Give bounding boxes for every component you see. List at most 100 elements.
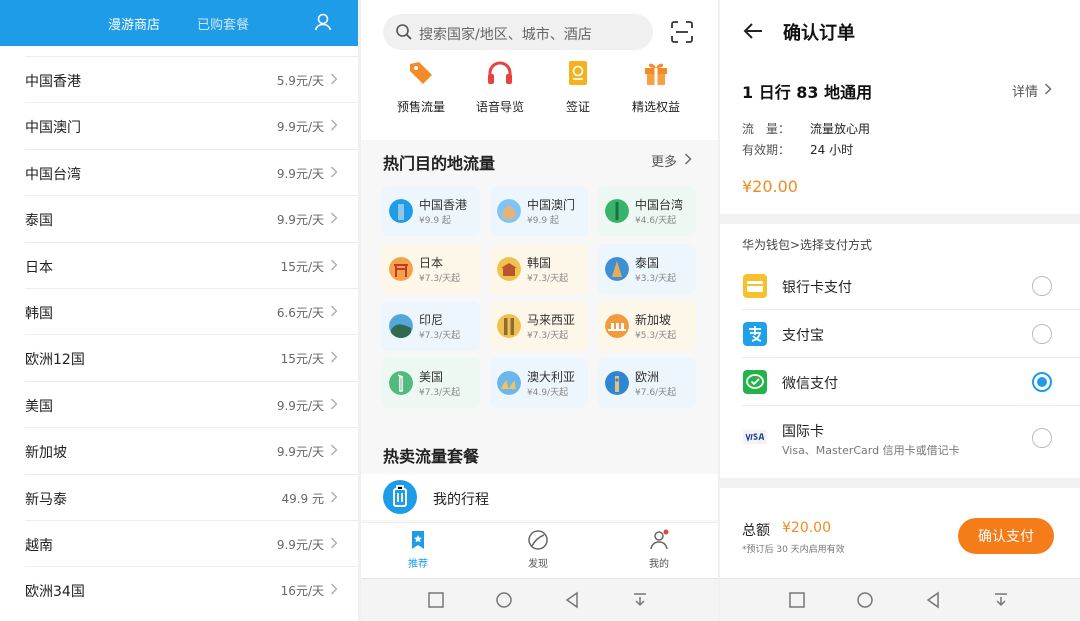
- tab-recommend[interactable]: 推荐: [388, 529, 448, 570]
- notification-pull-icon[interactable]: [631, 591, 649, 609]
- flow-key: 流 量：: [742, 122, 791, 136]
- destination-price: 6.6元/天: [276, 305, 324, 320]
- confirm-pay-button[interactable]: 确认支付: [958, 518, 1054, 554]
- more-link[interactable]: 更多: [651, 151, 677, 170]
- list-item[interactable]: 韩国 6.6元/天: [25, 287, 358, 334]
- destination-name: 中国香港: [25, 74, 81, 90]
- tab-purchased-packages[interactable]: 已购套餐: [197, 14, 249, 33]
- recent-apps-icon[interactable]: [427, 591, 445, 609]
- system-nav-bar: [720, 578, 1080, 621]
- destination-name: 澳大利亚: [527, 370, 576, 384]
- pay-option-international-card[interactable]: 国际卡 Visa、MasterCard 信用卡或借记卡: [742, 406, 1080, 464]
- destination-name: 欧洲34国: [25, 584, 85, 601]
- list-item[interactable]: 欧洲34国 16元/天: [25, 566, 358, 612]
- tab-mine[interactable]: 我的: [629, 529, 689, 570]
- chevron-right-icon: [331, 166, 338, 178]
- destination-price: 15元/天: [280, 352, 324, 367]
- destination-name: 中国香港: [419, 198, 468, 212]
- destination-price: ¥7.3/天起: [419, 331, 461, 341]
- quick-action-benefits[interactable]: 精选权益: [616, 58, 696, 115]
- tag-icon: [410, 62, 432, 84]
- chevron-right-icon[interactable]: [1044, 83, 1052, 95]
- destination-name: 欧洲12国: [25, 352, 85, 369]
- validity-key: 有效期：: [742, 143, 791, 157]
- user-icon[interactable]: [312, 11, 334, 33]
- radio-alipay[interactable]: [1032, 324, 1052, 344]
- radio-bank-card[interactable]: [1032, 276, 1052, 296]
- marina-icon: [605, 314, 629, 338]
- destination-price: ¥4.9/天起: [527, 388, 569, 398]
- tab-discover[interactable]: 发现: [508, 529, 568, 570]
- destination-card[interactable]: 澳大利亚 ¥4.9/天起: [490, 358, 588, 408]
- pay-option-label: 国际卡: [782, 424, 824, 440]
- list-item[interactable]: 新马泰 49.9 元: [25, 473, 358, 520]
- quick-action-audio-guide[interactable]: 语音导览: [460, 58, 540, 115]
- destination-card[interactable]: 印尼 ¥7.3/天起: [382, 301, 480, 351]
- luggage-icon: [383, 480, 417, 514]
- notification-pull-icon[interactable]: [992, 591, 1010, 609]
- destination-price: 9.9元/天: [276, 166, 324, 181]
- list-item[interactable]: 新加坡 9.9元/天: [25, 427, 358, 473]
- destination-price: 16元/天: [280, 584, 324, 599]
- destination-price: ¥5.3/天起: [635, 331, 677, 341]
- total-note: *预订后 30 天内启用有效: [742, 545, 845, 555]
- bottom-tab-bar: 推荐 发现 我的: [361, 522, 718, 578]
- destination-card[interactable]: 马来西亚 ¥7.3/天起: [490, 301, 588, 351]
- list-item[interactable]: 泰国 9.9元/天: [25, 195, 358, 241]
- destination-name: 新加坡: [635, 313, 672, 327]
- home-icon[interactable]: [856, 591, 874, 609]
- recent-apps-icon[interactable]: [788, 591, 806, 609]
- destination-name: 新马泰: [25, 491, 67, 508]
- destination-card[interactable]: 新加坡 ¥5.3/天起: [598, 301, 696, 351]
- destination-name: 中国澳门: [25, 120, 81, 137]
- list-item[interactable]: 日本 15元/天: [25, 241, 358, 288]
- destination-card[interactable]: 韩国 ¥7.3/天起: [490, 244, 588, 294]
- scan-icon[interactable]: [671, 21, 693, 43]
- torii-icon: [389, 257, 413, 281]
- destination-price: ¥4.6/天起: [635, 216, 677, 226]
- list-item[interactable]: 中国澳门 9.9元/天: [25, 102, 358, 148]
- destination-card[interactable]: 日本 ¥7.3/天起: [382, 244, 480, 294]
- quick-action-presale-data[interactable]: 预售流量: [381, 58, 461, 115]
- tab-roaming-shop[interactable]: 漫游商店: [108, 14, 160, 33]
- list-item[interactable]: 中国台湾 9.9元/天: [25, 148, 358, 195]
- list-item[interactable]: 美国 9.9元/天: [25, 380, 358, 427]
- list-item[interactable]: 中国香港 5.9元/天: [25, 56, 358, 102]
- destination-card[interactable]: 美国 ¥7.3/天起: [382, 358, 480, 408]
- destination-card[interactable]: 中国台湾 ¥4.6/天起: [598, 186, 696, 236]
- destination-card[interactable]: 中国香港 ¥9.9 起: [382, 186, 480, 236]
- home-icon[interactable]: [495, 591, 513, 609]
- radio-wechat[interactable]: [1032, 372, 1052, 392]
- destination-card[interactable]: 中国澳门 ¥9.9 起: [490, 186, 588, 236]
- temple-icon: [605, 257, 629, 281]
- clock-tower-icon: [605, 371, 629, 395]
- order-header: 确认订单: [720, 0, 1080, 64]
- list-item[interactable]: 欧洲12国 15元/天: [25, 334, 358, 380]
- detail-link[interactable]: 详情: [1012, 81, 1038, 100]
- quick-action-visa[interactable]: 签证: [538, 58, 618, 115]
- back-triangle-icon[interactable]: [924, 591, 942, 609]
- pay-option-bank-card[interactable]: 银行卡支付: [742, 262, 1080, 310]
- page-title: 确认订单: [783, 23, 855, 44]
- back-triangle-icon[interactable]: [563, 591, 581, 609]
- chevron-right-icon: [331, 212, 338, 224]
- back-arrow-icon[interactable]: [742, 20, 764, 42]
- destination-price: 5.9元/天: [276, 74, 324, 88]
- search-input[interactable]: 搜索国家/地区、城市、酒店: [383, 14, 653, 50]
- radio-international-card[interactable]: [1032, 428, 1052, 448]
- statue-icon: [389, 371, 413, 395]
- tab-label: 发现: [528, 559, 548, 570]
- chevron-right-icon: [331, 398, 338, 410]
- destination-card[interactable]: 欧洲 ¥7.6/天起: [598, 358, 696, 408]
- flow-value: 流量放心用: [810, 122, 871, 136]
- my-trip-item[interactable]: 我的行程: [361, 474, 718, 520]
- chevron-right-icon[interactable]: [684, 153, 692, 165]
- pay-option-sub: Visa、MasterCard 信用卡或借记卡: [782, 444, 960, 457]
- list-item[interactable]: 越南 9.9元/天: [25, 519, 358, 566]
- quick-action-label: 精选权益: [631, 100, 680, 114]
- pay-option-alipay[interactable]: 支付宝: [742, 310, 1080, 358]
- hot-destinations-title: 热门目的地流量: [383, 154, 496, 173]
- destination-card[interactable]: 泰国 ¥3.3/天起: [598, 244, 696, 294]
- visa-icon: [743, 430, 767, 444]
- pay-option-wechat[interactable]: 微信支付: [742, 358, 1080, 406]
